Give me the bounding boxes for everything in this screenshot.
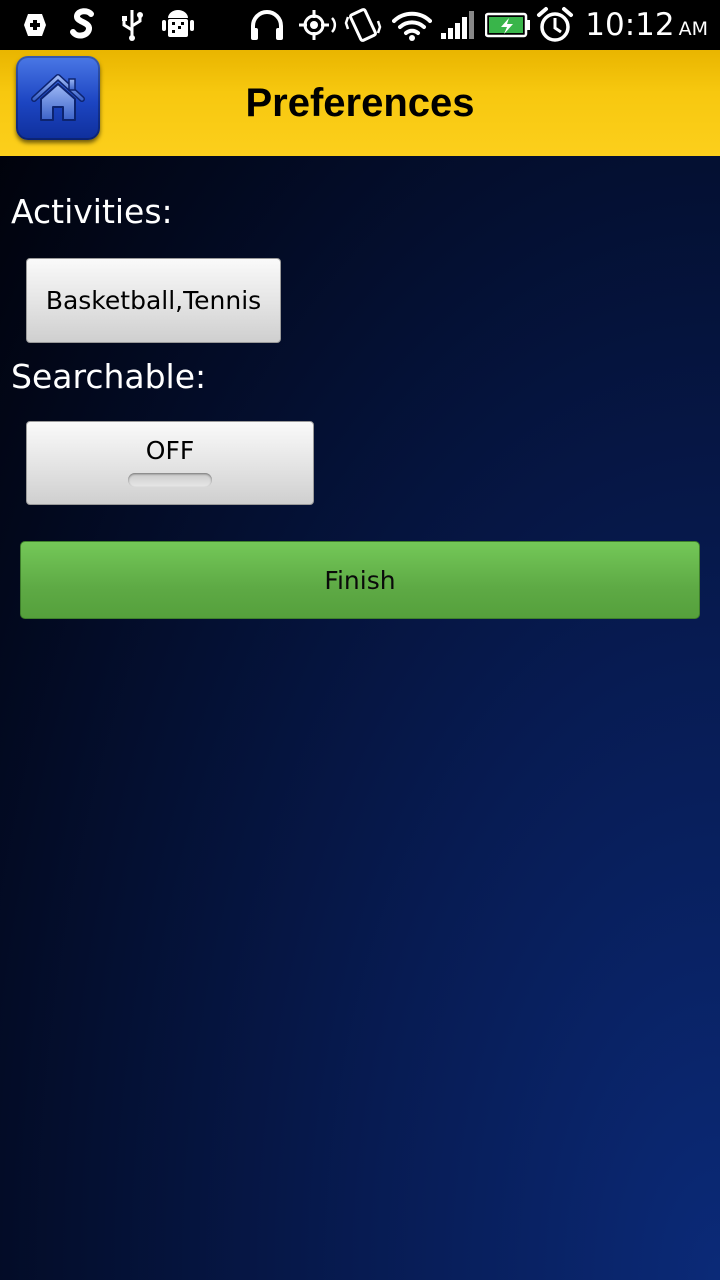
wifi-icon	[392, 8, 432, 42]
vibrate-icon	[344, 8, 382, 42]
title-bar: Preferences	[0, 50, 720, 156]
clock-time: 10:12	[585, 7, 675, 43]
home-button[interactable]	[16, 56, 100, 140]
finish-button-label: Finish	[324, 565, 396, 595]
searchable-toggle[interactable]: OFF	[26, 421, 314, 505]
gps-icon	[296, 8, 338, 42]
activities-value: Basketball,Tennis	[45, 286, 262, 315]
searchable-label: Searchable:	[11, 357, 207, 396]
android-debug-icon	[160, 8, 196, 42]
status-bar: 10:12 AM	[0, 0, 720, 50]
alarm-icon	[536, 7, 574, 42]
activities-label: Activities:	[11, 192, 173, 231]
activities-button[interactable]: Basketball,Tennis	[26, 258, 281, 343]
usb-icon	[118, 8, 146, 42]
searchable-toggle-label: OFF	[145, 435, 195, 465]
toggle-indicator	[128, 472, 212, 487]
medical-icon	[22, 8, 48, 42]
headphones-icon	[248, 8, 286, 42]
page-title: Preferences	[245, 80, 475, 125]
finish-button[interactable]: Finish	[20, 541, 700, 619]
home-icon	[31, 74, 85, 121]
battery-charging-icon	[485, 8, 531, 42]
status-clock: 10:12 AM	[585, 4, 708, 46]
swype-icon	[66, 8, 100, 42]
clock-ampm: AM	[678, 18, 708, 40]
signal-icon	[440, 8, 476, 42]
